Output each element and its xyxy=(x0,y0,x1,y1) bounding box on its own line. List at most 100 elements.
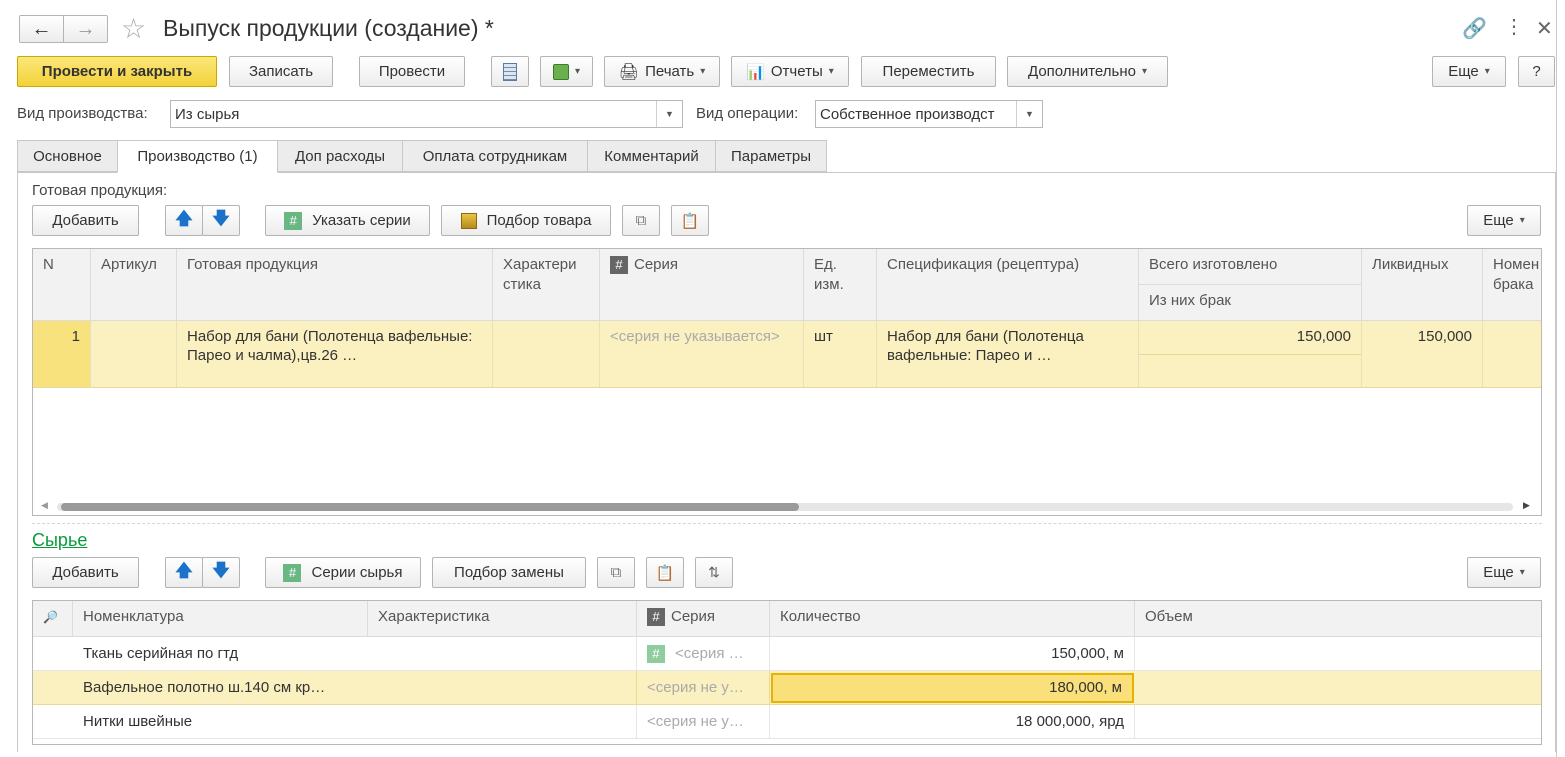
pick-replacement-button[interactable]: Подбор замены xyxy=(432,557,586,588)
col-spec[interactable]: Спецификация (рецептура) xyxy=(877,249,1139,321)
raw-paste-button[interactable]: 📋 xyxy=(646,557,684,588)
close-icon[interactable]: ✕ xyxy=(1536,16,1553,41)
copy-button[interactable]: ⧉ xyxy=(622,205,660,236)
paste-icon: 📋 xyxy=(655,564,675,582)
create-based-icon xyxy=(552,63,569,80)
raw-table: 🔎 Номенклатура Характеристика # Серия Кол… xyxy=(32,600,1542,745)
products-more-button[interactable]: Еще ▾ xyxy=(1467,205,1541,236)
col-nomenclature[interactable]: Номенклатура xyxy=(73,601,368,637)
scrollbar-thumb[interactable] xyxy=(61,503,799,511)
back-button[interactable]: ← xyxy=(19,15,64,43)
cell-volume xyxy=(1135,671,1541,704)
move-down-button[interactable]: 🡇 xyxy=(202,205,240,236)
col-characteristic[interactable]: Характеристика xyxy=(368,601,637,637)
cell-product: Набор для бани (Полотенца вафельные: Пар… xyxy=(177,321,493,387)
col-icon[interactable]: 🔎 xyxy=(33,601,73,637)
tab-parameters[interactable]: Параметры xyxy=(715,140,827,172)
raw-move-up-button[interactable]: 🡅 xyxy=(165,557,203,588)
col-unit[interactable]: Ед. изм. xyxy=(804,249,877,321)
more-button[interactable]: Еще ▾ xyxy=(1432,56,1506,87)
tab-production[interactable]: Производство (1) xyxy=(117,140,278,173)
chevron-down-icon[interactable]: ▼ xyxy=(1016,101,1042,127)
cell-quantity[interactable]: 180,000, м xyxy=(771,673,1134,703)
op-type-field[interactable]: Собственное производст ▼ xyxy=(815,100,1043,128)
cell-characteristic xyxy=(368,637,637,670)
products-add-button[interactable]: Добавить xyxy=(32,205,139,236)
col-quantity[interactable]: Количество xyxy=(770,601,1135,637)
tab-extra-costs[interactable]: Доп расходы xyxy=(277,140,403,172)
move-up-button[interactable]: 🡅 xyxy=(165,205,203,236)
copy-icon: ⧉ xyxy=(635,212,647,229)
star-icon[interactable]: ☆ xyxy=(121,12,146,45)
cell-unit: шт xyxy=(804,321,877,387)
col-series[interactable]: # Серия xyxy=(637,601,770,637)
horizontal-scrollbar[interactable]: ◀ ▶ xyxy=(33,499,1541,515)
arrow-up-icon: 🡅 xyxy=(175,209,193,228)
cell-volume xyxy=(1135,705,1541,738)
more-vert-icon[interactable]: ⋮ xyxy=(1504,14,1524,39)
raw-copy-button[interactable]: ⧉ xyxy=(597,557,635,588)
col-article[interactable]: Артикул xyxy=(91,249,177,321)
section-separator xyxy=(32,523,1542,524)
create-based-button[interactable]: ▾ xyxy=(540,56,593,87)
col-series[interactable]: # Серия xyxy=(600,249,804,321)
col-liquid[interactable]: Ликвидных xyxy=(1362,249,1483,321)
cell-nomenclature: Ткань серийная по гтд xyxy=(83,645,239,662)
raw-section-link[interactable]: Сырье xyxy=(32,530,87,551)
search-icon: 🔎 xyxy=(43,610,58,624)
raw-move-down-button[interactable]: 🡇 xyxy=(202,557,240,588)
cell-volume xyxy=(1135,637,1541,670)
reports-button[interactable]: 📊 Отчеты ▾ xyxy=(731,56,849,87)
raw-add-button[interactable]: Добавить xyxy=(32,557,139,588)
scroll-right-icon[interactable]: ▶ xyxy=(1523,500,1530,511)
hash-icon: # xyxy=(284,211,303,230)
prod-type-field[interactable]: Из сырья ▼ xyxy=(170,100,683,128)
move-button[interactable]: Переместить xyxy=(861,56,996,87)
help-button[interactable]: ? xyxy=(1518,56,1555,87)
col-characteristic[interactable]: Характери стика xyxy=(493,249,600,321)
title-bar: ← → ☆ Выпуск продукции (создание) * 🔗 ⋮ … xyxy=(0,0,1565,57)
cell-series: # <серия … xyxy=(637,637,770,670)
cell-characteristic xyxy=(368,671,637,704)
scroll-left-icon[interactable]: ◀ xyxy=(41,500,48,511)
sort-button[interactable]: ⇅ xyxy=(695,557,733,588)
cell-characteristic xyxy=(493,321,600,387)
arrow-right-icon: → xyxy=(75,17,96,40)
cell-series: <серия не у… xyxy=(637,705,770,738)
tab-comment[interactable]: Комментарий xyxy=(587,140,716,172)
cell-liquid: 150,000 xyxy=(1362,321,1483,387)
arrow-up-icon: 🡅 xyxy=(175,561,193,580)
hash-icon: # xyxy=(610,256,628,274)
paste-button[interactable]: 📋 xyxy=(671,205,709,236)
more-actions-button[interactable]: Дополнительно ▾ xyxy=(1007,56,1168,87)
cell-nomenclature: Нитки швейные xyxy=(83,713,193,730)
list-icon xyxy=(503,62,517,81)
chevron-down-icon[interactable]: ▼ xyxy=(656,101,682,127)
tab-payroll[interactable]: Оплата сотрудникам xyxy=(402,140,588,172)
col-nomen[interactable]: Номен брака xyxy=(1483,249,1541,321)
tab-main[interactable]: Основное xyxy=(17,140,118,172)
table-row[interactable]: 1 Набор для бани (Полотенца вафельные: П… xyxy=(33,321,1541,388)
post-close-button[interactable]: Провести и закрыть xyxy=(17,56,217,87)
link-icon[interactable]: 🔗 xyxy=(1462,16,1487,41)
col-n[interactable]: N xyxy=(33,249,91,321)
pick-goods-button[interactable]: Подбор товара xyxy=(441,205,611,236)
post-button[interactable]: Провести xyxy=(359,56,465,87)
col-product[interactable]: Готовая продукция xyxy=(177,249,493,321)
table-row[interactable]: Ткань серийная по гтд # <серия … 150,000,… xyxy=(33,637,1541,671)
cell-spec: Набор для бани (Полотенца вафельные: Пар… xyxy=(877,321,1139,387)
cell-series: <серия не указывается> xyxy=(600,321,804,387)
document-list-button[interactable] xyxy=(491,56,529,87)
table-row[interactable]: Нитки швейные <серия не у… 18 000,000, я… xyxy=(33,705,1541,739)
table-row[interactable]: Вафельное полотно ш.140 см кр… <серия не… xyxy=(33,671,1541,705)
col-total[interactable]: Всего изготовлено xyxy=(1139,249,1362,285)
print-button[interactable]: 🖨 Печать ▾ xyxy=(604,56,720,87)
raw-more-button[interactable]: Еще ▾ xyxy=(1467,557,1541,588)
arrow-down-icon: 🡇 xyxy=(212,209,230,228)
forward-button[interactable]: → xyxy=(63,15,108,43)
specify-series-button[interactable]: # Указать серии xyxy=(265,205,430,236)
col-volume[interactable]: Объем xyxy=(1135,601,1541,637)
col-defect[interactable]: Из них брак xyxy=(1139,285,1362,321)
raw-series-button[interactable]: # Серии сырья xyxy=(265,557,421,588)
write-button[interactable]: Записать xyxy=(229,56,333,87)
